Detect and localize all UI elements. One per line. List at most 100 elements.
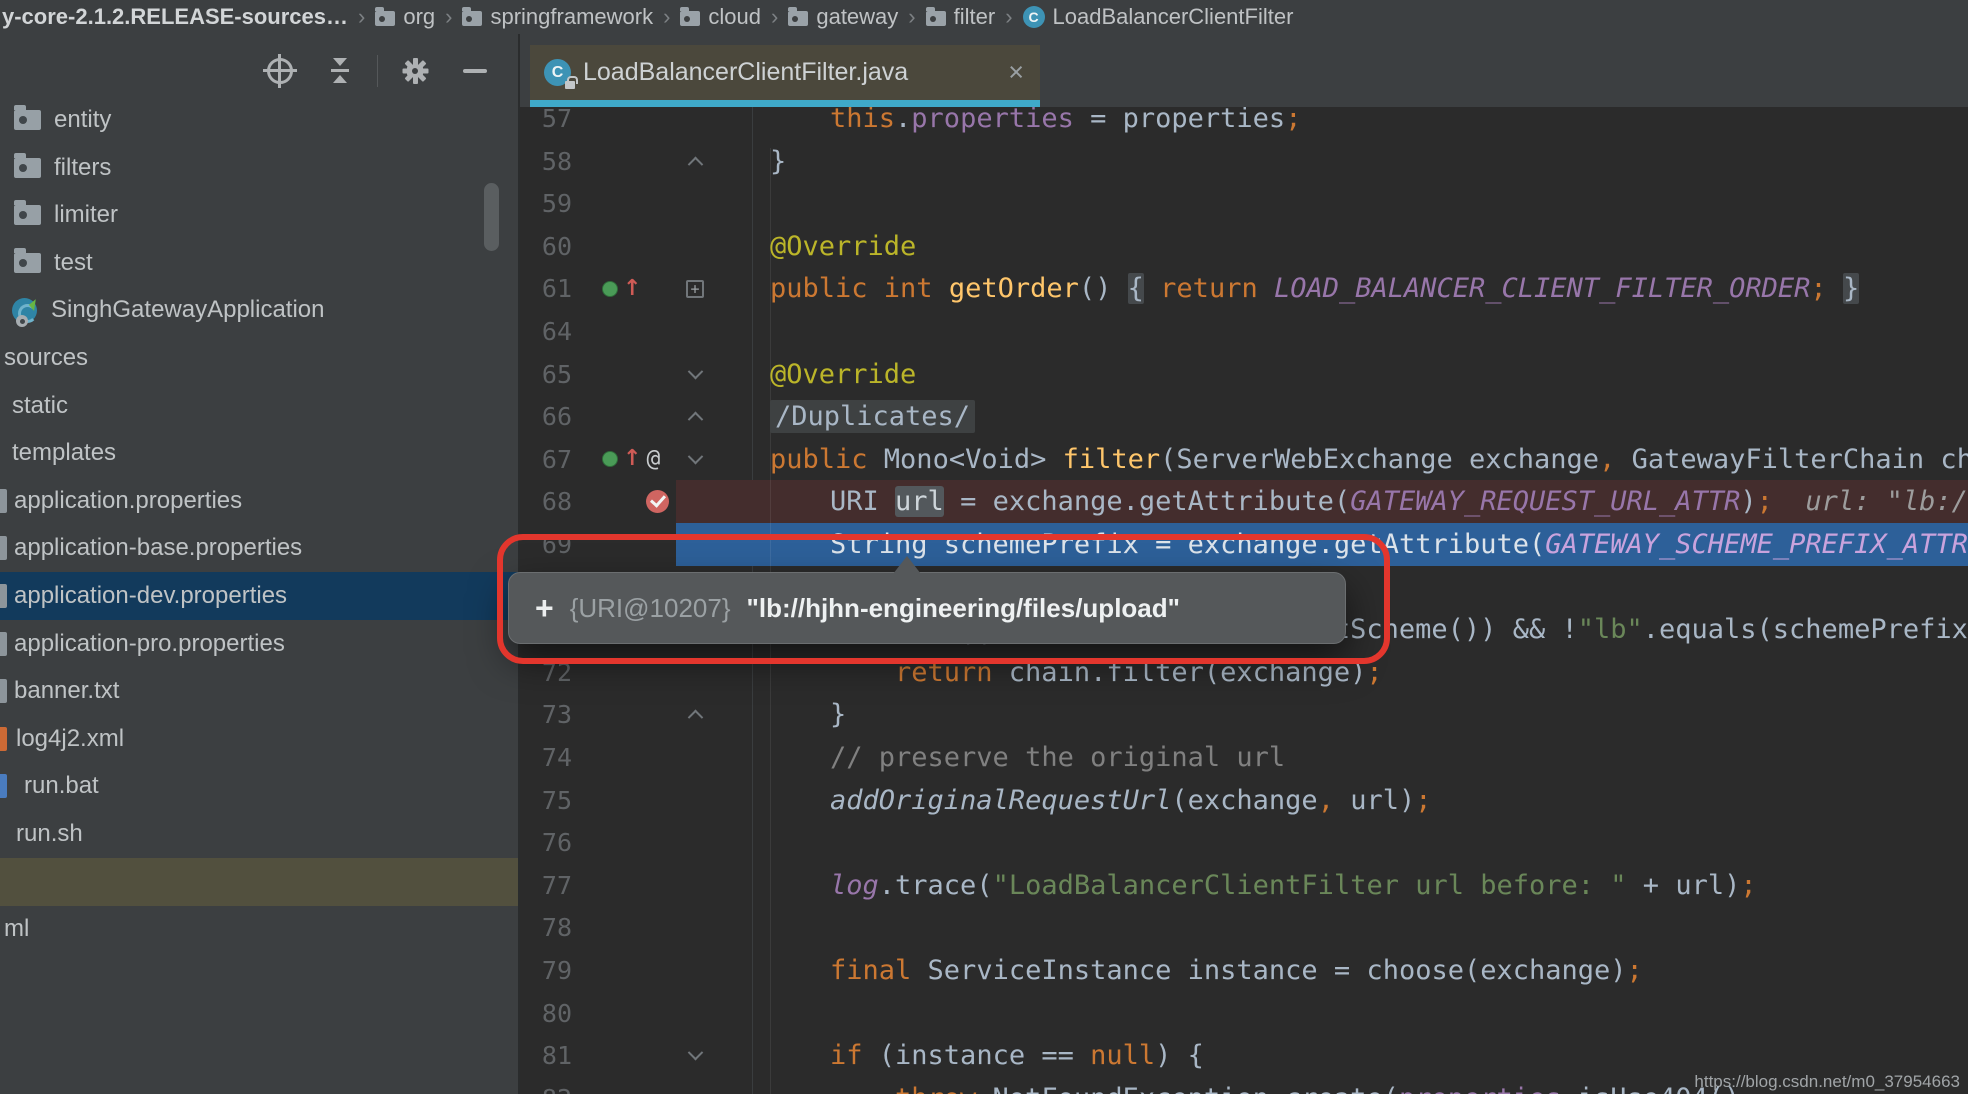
code-line-78[interactable]: 78 xyxy=(520,906,1968,949)
expand-node-icon[interactable]: + xyxy=(535,592,554,624)
tree-item-singhgatewayapplication[interactable]: SinghGatewayApplication xyxy=(0,286,518,334)
breadcrumb-item-filter[interactable]: filter xyxy=(925,4,995,30)
code-text: final ServiceInstance instance = choose(… xyxy=(830,955,1643,986)
tab-loadbalancerclientfilter[interactable]: C LoadBalancerClientFilter.java × xyxy=(530,45,1040,100)
breadcrumb-item-loadbalancerclientfilter[interactable]: C LoadBalancerClientFilter xyxy=(1022,4,1294,30)
tree-item-entity[interactable]: entity xyxy=(0,96,518,144)
hide-panel-icon[interactable] xyxy=(460,56,490,86)
file-icon-sliver xyxy=(0,774,7,799)
tree-item-log4j2-xml[interactable]: log4j2.xml xyxy=(0,715,518,763)
locate-target-icon[interactable] xyxy=(263,53,297,88)
breadcrumb-label: cloud xyxy=(708,4,762,29)
gutter-icons xyxy=(580,949,676,992)
fold-marker-icon[interactable] xyxy=(676,693,714,736)
overrides-method-icon[interactable] xyxy=(602,451,618,468)
breadcrumb-item-y-core-2-1-2-release-sources-[interactable]: y-core-2.1.2.RELEASE-sources… xyxy=(2,4,348,30)
file-icon-sliver xyxy=(0,726,7,751)
fold-marker-icon[interactable] xyxy=(676,395,714,438)
code-line-59[interactable]: 59 xyxy=(520,182,1968,225)
breadcrumb-item-gateway[interactable]: gateway xyxy=(788,4,898,30)
folder-icon xyxy=(375,6,396,26)
fold-marker-icon[interactable] xyxy=(676,438,714,481)
line-number: 78 xyxy=(541,913,572,943)
code-line-77[interactable]: 77 log .trace("LoadBalancerClientFilter ur… xyxy=(520,864,1968,907)
code-line-79[interactable]: 79 final ServiceInstance instance = choos… xyxy=(520,949,1968,992)
verified-breakpoint-icon[interactable] xyxy=(646,490,669,514)
override-up-arrow-icon[interactable]: ↑ xyxy=(623,448,641,470)
code-line-74[interactable]: 74 // preserve the original url xyxy=(520,736,1968,779)
code-line-73[interactable]: 73} xyxy=(520,693,1968,736)
settings-gear-icon[interactable] xyxy=(400,56,430,86)
fold-marker-icon[interactable] xyxy=(676,1034,714,1077)
tree-item-banner-txt[interactable]: banner.txt xyxy=(0,667,518,715)
tree-item-label: banner.txt xyxy=(14,677,120,705)
line-number: 68 xyxy=(541,487,572,517)
tree-item-filters[interactable]: filters xyxy=(0,144,518,192)
breadcrumb-item-org[interactable]: org xyxy=(375,4,435,30)
tree-item-label: sources xyxy=(4,344,89,371)
code-line-61[interactable]: 61 ↑ + public int getOrder() { return LOAD_… xyxy=(520,267,1968,310)
tree-item-application-pro-properties[interactable]: application-pro.properties xyxy=(0,620,518,668)
tree-item-sources[interactable]: sources xyxy=(0,334,518,382)
fold-marker-icon[interactable] xyxy=(676,353,714,396)
code-line-60[interactable]: 60 @Override xyxy=(520,225,1968,268)
code-line-66[interactable]: 66/Duplicates/ xyxy=(520,395,1968,438)
panel-splitter[interactable] xyxy=(518,34,520,1094)
project-sidebar: entity filters limiter test SinghGatewayAppl… xyxy=(0,34,518,1094)
override-up-arrow-icon[interactable]: ↑ xyxy=(623,277,641,299)
tree-item-label: SinghGatewayApplication xyxy=(51,296,325,324)
code-line-81[interactable]: 81 if (instance == null) { xyxy=(520,1034,1968,1077)
code-line-58[interactable]: 58} xyxy=(520,140,1968,183)
tree-item-ml[interactable]: ml xyxy=(0,905,518,953)
tree-item-run-bat[interactable]: run.bat xyxy=(0,762,518,810)
code-line-64[interactable]: 64 xyxy=(520,310,1968,353)
gutter-icons xyxy=(580,1034,676,1077)
code-line-76[interactable]: 76 xyxy=(520,821,1968,864)
breadcrumb-item-cloud[interactable]: cloud xyxy=(680,4,761,30)
breadcrumb-separator: › xyxy=(908,4,916,29)
tree-item-templates[interactable]: templates xyxy=(0,429,518,477)
code-text: log .trace("LoadBalancerClientFilter url … xyxy=(830,869,1757,901)
tree-item-label: application-pro.properties xyxy=(14,629,285,657)
collapse-all-icon[interactable] xyxy=(325,56,355,86)
code-text: } xyxy=(770,145,787,177)
gutter-icons xyxy=(580,395,676,438)
tree-item-open-file-highlight[interactable] xyxy=(0,857,518,906)
tree-item-label: static xyxy=(12,391,69,419)
tab-close-icon[interactable]: × xyxy=(1008,59,1024,86)
line-number: 64 xyxy=(541,317,572,346)
code-line-80[interactable]: 80 xyxy=(520,992,1968,1035)
code-line-75[interactable]: 75 addOriginalRequestUrl (exchange, url); xyxy=(520,779,1968,822)
tree-item-static[interactable]: static xyxy=(0,382,518,430)
fold-marker-icon[interactable] xyxy=(676,140,714,183)
breadcrumb-separator: › xyxy=(663,4,671,29)
code-line-68[interactable]: 68 URI url = exchange.getAttribute(GATEWA… xyxy=(520,480,1968,524)
overrides-method-icon[interactable] xyxy=(602,280,618,297)
code-line-69[interactable]: 69 String schemePrefix = exchange.getAttr… xyxy=(520,523,1968,566)
fold-marker-icon[interactable]: + xyxy=(676,267,714,310)
tree-item-limiter[interactable]: limiter xyxy=(0,191,518,239)
tree-item-application-properties[interactable]: application.properties xyxy=(0,477,518,525)
code-line-67[interactable]: 67 ↑ @ public Mono<Void> filter (ServerWebEx… xyxy=(520,438,1968,481)
code-text: // preserve the original url xyxy=(830,742,1286,773)
code-line-65[interactable]: 65 @Override xyxy=(520,353,1968,396)
line-number: 73 xyxy=(541,700,572,730)
tree-item-application-dev-properties[interactable]: application-dev.properties xyxy=(0,572,518,620)
file-icon-sliver xyxy=(0,488,7,513)
toolbar-divider xyxy=(377,54,378,87)
folder-icon xyxy=(925,6,946,26)
tree-item-test[interactable]: test xyxy=(0,239,518,287)
tree-item-run-sh[interactable]: run.sh xyxy=(0,810,518,858)
tree-item-application-base-properties[interactable]: application-base.properties xyxy=(0,524,518,572)
class-icon: C xyxy=(1022,6,1045,28)
gutter-icons xyxy=(580,864,676,907)
breadcrumb-label: LoadBalancerClientFilter xyxy=(1052,4,1294,29)
sidebar-scrollbar-thumb[interactable] xyxy=(484,183,499,251)
line-number: 60 xyxy=(541,231,572,261)
tab-active-underline xyxy=(530,100,1040,107)
tree-item-label: application-dev.properties xyxy=(14,582,288,609)
folder-icon xyxy=(14,200,41,226)
breadcrumb-item-springframework[interactable]: springframework xyxy=(462,4,653,30)
tree-item-label: run.bat xyxy=(24,772,99,800)
code-line-72[interactable]: 72 return chain.filter(exchange); xyxy=(520,651,1968,694)
